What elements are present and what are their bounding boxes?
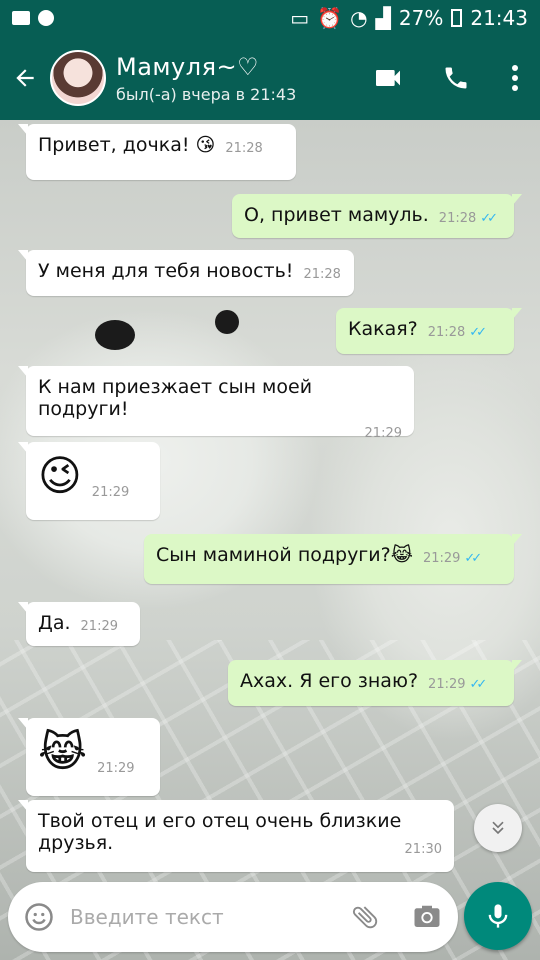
- cast-icon: ▭: [290, 6, 310, 30]
- last-seen: был(-а) вчера в 21:43: [116, 84, 297, 104]
- clock: 21:43: [470, 6, 528, 30]
- message-time: 21:29: [97, 761, 135, 776]
- read-receipt-icon: ✓✓: [469, 677, 488, 692]
- message-text: Сын маминой подруги?😹: [156, 544, 413, 566]
- contact-info[interactable]: Мамуля~♡ был(-а) вчера в 21:43: [116, 53, 296, 104]
- message-text: Да.: [38, 612, 71, 634]
- message-outgoing[interactable]: Сын маминой подруги?😹 21:29 ✓✓: [144, 534, 522, 584]
- video-call-button[interactable]: [354, 36, 422, 120]
- more-vert-icon: [512, 65, 518, 91]
- alarm-icon: ⏰: [317, 6, 343, 30]
- message-time: 21:29: [91, 485, 130, 500]
- message-incoming[interactable]: Твой отец и его отец очень близкие друзь…: [18, 800, 454, 872]
- arrow-left-icon: [16, 69, 34, 87]
- message-text: Какая?: [348, 318, 418, 340]
- avatar[interactable]: [50, 50, 106, 106]
- message-emoji: 😉: [38, 451, 82, 500]
- message-time: 21:29: [80, 619, 118, 634]
- settings-notification-icon: [38, 10, 54, 26]
- message-time: 21:30: [404, 842, 442, 857]
- message-time: 21:29 ✓✓: [428, 677, 488, 692]
- message-time: 21:28: [303, 267, 341, 282]
- attach-button[interactable]: [334, 882, 396, 952]
- message-text: О, привет мамуль.: [244, 204, 429, 226]
- scroll-to-bottom-button[interactable]: [474, 804, 522, 852]
- message-emoji: 😹: [38, 727, 88, 776]
- read-receipt-icon: ✓✓: [480, 211, 498, 226]
- message-text: Привет, дочка! 😘: [38, 134, 216, 156]
- message-time: 21:29: [364, 426, 402, 441]
- message-incoming[interactable]: Да. 21:29: [18, 602, 140, 646]
- message-time: 21:28: [225, 141, 263, 156]
- back-button[interactable]: [0, 36, 50, 120]
- more-options-button[interactable]: [490, 36, 540, 120]
- signal-icon: ▟: [375, 6, 391, 30]
- contact-name: Мамуля~♡: [116, 52, 260, 81]
- message-incoming[interactable]: Привет, дочка! 😘 21:28: [18, 124, 296, 180]
- message-text: Ахах. Я его знаю?: [240, 670, 419, 692]
- message-outgoing[interactable]: О, привет мамуль. 21:28 ✓✓: [232, 194, 522, 238]
- message-text: У меня для тебя новость!: [38, 260, 294, 282]
- voice-message-button[interactable]: [464, 882, 532, 950]
- video-camera-icon: [376, 70, 400, 86]
- message-composer: [8, 882, 458, 952]
- message-outgoing[interactable]: Какая? 21:28 ✓✓: [336, 308, 522, 354]
- message-text: К нам приезжает сын моей подруги!: [38, 376, 313, 420]
- message-time: 21:28 ✓✓: [438, 211, 498, 226]
- voice-call-button[interactable]: [422, 36, 490, 120]
- battery-percent: 27%: [398, 6, 444, 30]
- camera-icon: [414, 905, 440, 927]
- message-incoming[interactable]: 😉 21:29: [18, 442, 160, 520]
- message-input[interactable]: [70, 905, 334, 929]
- camera-button[interactable]: [396, 882, 458, 952]
- message-incoming[interactable]: К нам приезжает сын моей подруги! 21:29: [18, 366, 414, 441]
- message-time: 21:28 ✓✓: [427, 325, 487, 340]
- message-incoming[interactable]: 😹 21:29: [18, 718, 160, 796]
- read-receipt-icon: ✓✓: [469, 325, 487, 340]
- chevron-double-down-icon: [492, 821, 504, 835]
- wifi-icon: ◔: [350, 6, 368, 30]
- microphone-icon: [488, 904, 508, 928]
- emoji-icon: [25, 903, 53, 931]
- emoji-button[interactable]: [8, 882, 70, 952]
- message-time: 21:29 ✓✓: [422, 551, 482, 566]
- message-outgoing[interactable]: Ахах. Я его знаю? 21:29 ✓✓: [228, 660, 522, 706]
- chat-header: Мамуля~♡ был(-а) вчера в 21:43: [0, 36, 540, 120]
- status-bar: ▭ ⏰ ◔ ▟ 27% 21:43: [0, 0, 540, 36]
- phone-icon: [445, 67, 467, 89]
- read-receipt-icon: ✓✓: [464, 551, 482, 566]
- notification-icon: [12, 11, 30, 25]
- paperclip-icon: [352, 906, 378, 929]
- battery-icon: [451, 9, 463, 27]
- message-list[interactable]: Привет, дочка! 😘 21:28 О, привет мамуль.…: [0, 120, 540, 880]
- message-incoming[interactable]: У меня для тебя новость! 21:28: [18, 250, 354, 296]
